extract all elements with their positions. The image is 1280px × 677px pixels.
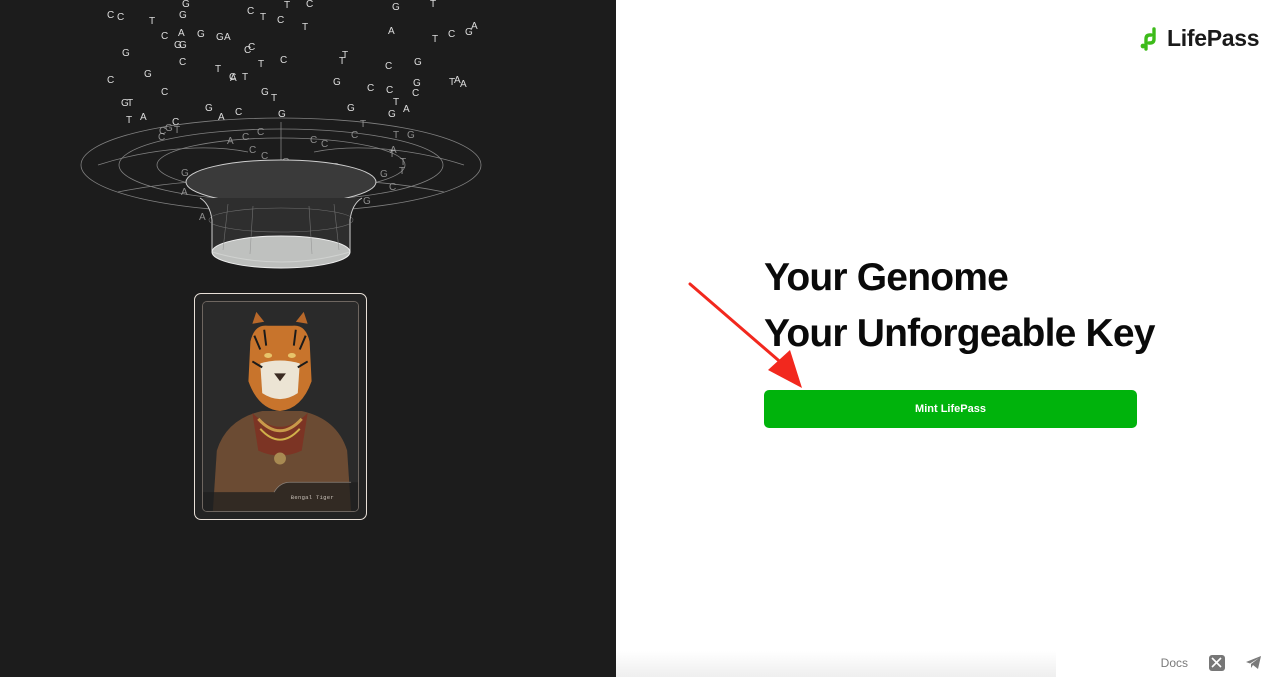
dna-letter: T (271, 93, 278, 104)
lifepass-logo-icon (1140, 26, 1156, 51)
dna-letter: A (178, 28, 185, 39)
dna-letter: T (242, 72, 249, 83)
telegram-icon[interactable] (1245, 654, 1262, 671)
hero-headline-line-2: Your Unforgeable Key (764, 312, 1155, 355)
brand-logo[interactable]: LifePass (1138, 25, 1260, 52)
dna-letter: C (161, 31, 169, 42)
dna-letter: C (386, 85, 394, 96)
tiger-portrait-image (203, 302, 358, 511)
card-caption: Bengal Tiger (290, 494, 334, 501)
dna-letter: G (179, 10, 187, 21)
dna-letter: T (339, 56, 346, 67)
red-arrow-annotation (688, 282, 802, 388)
dna-letter: C (247, 6, 255, 17)
dna-letter: G (392, 2, 400, 13)
dna-letter: C (306, 0, 314, 10)
dna-letter: T (215, 64, 222, 75)
dna-letter: T (449, 77, 456, 88)
dna-letter: T (302, 22, 309, 33)
dna-letter: T (284, 0, 291, 11)
dna-letter: C (161, 87, 169, 98)
dna-letter: T (149, 16, 156, 27)
dna-letter: A (460, 79, 467, 90)
dna-letter: G (121, 98, 129, 109)
dna-letter: C (117, 12, 125, 23)
dna-letter: G (174, 40, 182, 51)
genome-portal-graphic (80, 117, 482, 269)
dna-letter: G (333, 77, 341, 88)
dna-letter: G (144, 69, 152, 80)
dna-letter: G (216, 32, 224, 43)
dna-letter: C (412, 88, 420, 99)
dna-letter: A (471, 21, 478, 32)
dna-letter: C (385, 61, 393, 72)
dna-letter: T (258, 59, 265, 70)
dna-letter: G (197, 29, 205, 40)
dna-letter: A (388, 26, 395, 37)
dna-letter: G (414, 57, 422, 68)
dna-letter: C (280, 55, 288, 66)
dna-letter: G (182, 0, 190, 10)
dna-letter: G (122, 48, 130, 59)
dna-letter: T (430, 0, 437, 10)
dna-letter: C (179, 57, 187, 68)
dna-letter: A (230, 73, 237, 84)
dna-letter: C (367, 83, 375, 94)
dna-letter: T (260, 12, 267, 23)
left-hero-panel: CGTTCGCGTCCGTCTGAAGAACTGCTGGCTTCGTCGCAGG… (0, 0, 616, 677)
mint-lifepass-button[interactable]: Mint LifePass (764, 390, 1137, 428)
dna-letter: A (224, 32, 231, 43)
dna-letter: C (107, 75, 115, 86)
brand-name: LifePass (1167, 25, 1260, 51)
footer-links: Docs (1161, 654, 1262, 671)
bottom-fade (616, 651, 1056, 677)
dna-letter: C (107, 10, 115, 21)
dna-letter: C (277, 15, 285, 26)
docs-link[interactable]: Docs (1161, 656, 1188, 670)
right-content-panel: LifePass Your Genome Your Unforgeable Ke… (616, 0, 1280, 677)
dna-letter: C (448, 29, 456, 40)
x-icon[interactable] (1208, 654, 1225, 671)
dna-letter: T (393, 97, 400, 108)
dna-letter: C (248, 42, 256, 53)
card-frame: Bengal Tiger (202, 301, 359, 512)
dna-letter: G (261, 87, 269, 98)
dna-letter: T (432, 34, 439, 45)
nft-card[interactable]: Bengal Tiger (194, 293, 367, 520)
